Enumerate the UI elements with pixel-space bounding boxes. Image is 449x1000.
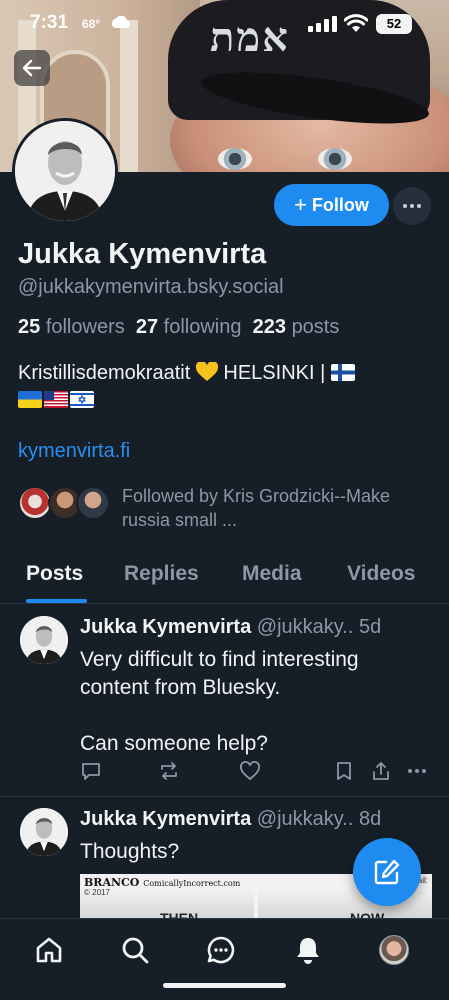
follow-button-label: Follow <box>311 194 369 215</box>
post-age: 5d <box>358 616 382 638</box>
posts-label: posts <box>291 316 340 338</box>
avatar-portrait <box>15 121 115 221</box>
profile-handle: @jukkakymenvirta.bsky.social <box>18 276 284 298</box>
bell-icon[interactable] <box>293 935 323 965</box>
avatar-portrait <box>20 616 68 664</box>
tab-replies[interactable]: Replies <box>124 562 199 586</box>
bookmark-icon[interactable] <box>333 760 355 782</box>
search-icon[interactable] <box>120 935 150 965</box>
ukraine-flag-icon <box>18 391 42 408</box>
home-indicator <box>163 983 286 988</box>
avatar-portrait <box>20 808 68 856</box>
yellow-heart-icon <box>195 362 218 381</box>
chat-icon[interactable] <box>206 935 236 965</box>
cloud-icon <box>111 16 130 28</box>
followers-stat[interactable]: 25 followers <box>18 316 125 338</box>
following-stat[interactable]: 27 following <box>136 316 242 338</box>
profile-avatar-nav[interactable] <box>379 935 409 965</box>
post-header: Jukka Kymenvirta @jukkaky.. 5d <box>80 616 381 639</box>
home-icon[interactable] <box>34 935 64 965</box>
share-icon[interactable] <box>370 760 392 782</box>
profile-stats: 25 followers 27 following 223 posts <box>18 316 339 339</box>
ellipsis-icon <box>403 204 421 208</box>
reply-icon[interactable] <box>80 760 102 782</box>
following-count: 27 <box>135 316 159 338</box>
post-author-name[interactable]: Jukka Kymenvirta <box>80 616 251 638</box>
following-label: following <box>163 316 242 338</box>
post-author-handle: @jukkaky.. <box>256 616 354 638</box>
profile-tabs: Posts Replies Media Videos <box>0 552 449 604</box>
repost-icon[interactable] <box>158 760 180 782</box>
post-actions <box>80 760 430 784</box>
profile-website-link[interactable]: kymenvirta.fi <box>18 440 130 463</box>
post-author-name[interactable]: Jukka Kymenvirta <box>80 808 251 830</box>
battery-indicator: 52 <box>376 14 412 34</box>
compose-button[interactable] <box>353 838 421 906</box>
post-author-avatar[interactable] <box>20 616 68 664</box>
banner-eye <box>318 148 352 170</box>
profile-avatar[interactable] <box>12 118 118 224</box>
post-text-paragraph: Can someone help? <box>80 732 268 755</box>
followers-label: followers <box>45 316 125 338</box>
followed-by-text: Followed by Kris Grodzicki--Make russia … <box>122 486 391 530</box>
plus-icon: + <box>294 192 307 217</box>
cellular-signal-icon <box>308 16 337 32</box>
status-bar: 7:31 68° 52 <box>0 0 449 52</box>
wifi-icon <box>344 14 368 32</box>
banner-eye <box>218 148 252 170</box>
usa-flag-icon <box>44 391 68 408</box>
tab-videos[interactable]: Videos <box>347 562 415 586</box>
back-button[interactable] <box>14 50 50 86</box>
post-divider <box>0 796 449 797</box>
profile-bio: Kristillisdemokraatit HELSINKI | <box>18 360 428 414</box>
finland-flag-icon <box>330 364 355 381</box>
bio-text-location: HELSINKI | <box>223 362 326 384</box>
status-time: 7:31 <box>30 12 69 33</box>
posts-stat: 223 posts <box>253 316 340 338</box>
follower-avatar <box>18 486 52 520</box>
post-author-avatar[interactable] <box>20 808 68 856</box>
comic-site: ComicallyIncorrect.com <box>143 879 241 888</box>
followed-by-section[interactable]: Followed by Kris Grodzicki--Make russia … <box>18 484 438 530</box>
ellipsis-icon[interactable] <box>406 760 428 782</box>
profile-display-name: Jukka Kymenvirta <box>18 238 267 270</box>
post-header: Jukka Kymenvirta @jukkaky.. 8d <box>80 808 381 831</box>
followers-count: 25 <box>18 316 41 338</box>
post-author-handle: @jukkaky.. <box>256 808 354 830</box>
tab-posts[interactable]: Posts <box>26 562 83 586</box>
post-text: Very difficult to find interesting conte… <box>80 646 430 758</box>
like-icon[interactable] <box>239 760 261 782</box>
israel-flag-icon <box>70 391 94 408</box>
more-options-button[interactable] <box>393 187 431 225</box>
tab-media[interactable]: Media <box>242 562 302 586</box>
post-text-paragraph: Very difficult to find interesting conte… <box>80 648 359 699</box>
follow-button[interactable]: + Follow <box>274 184 389 226</box>
post-age: 8d <box>358 808 382 830</box>
posts-count: 223 <box>252 316 286 338</box>
post-item[interactable]: Jukka Kymenvirta @jukkaky.. 5d Very diff… <box>0 616 449 781</box>
status-temperature: 68° <box>82 17 101 31</box>
active-tab-indicator <box>26 599 87 603</box>
bio-text: Kristillisdemokraatit <box>18 362 191 384</box>
compose-icon <box>374 859 400 885</box>
follower-avatar <box>76 486 110 520</box>
arrow-left-icon <box>22 59 42 77</box>
comic-copyright: © 2017 <box>84 888 110 897</box>
